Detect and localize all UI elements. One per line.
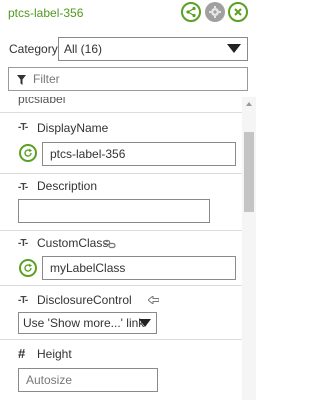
description-label: Description xyxy=(37,179,98,193)
height-label: Height xyxy=(37,347,72,361)
scrollbar-thumb[interactable] xyxy=(244,132,254,212)
dropdown-arrow-icon xyxy=(139,319,151,327)
disclosurecontrol-select[interactable]: Use 'Show more...' link xyxy=(18,312,157,334)
prop-height: # Height Autosize xyxy=(0,340,256,400)
refresh-binding-button[interactable] xyxy=(19,144,37,162)
displayname-label: DisplayName xyxy=(37,121,109,135)
height-placeholder: Autosize xyxy=(26,373,73,387)
dropdown-arrow-icon xyxy=(227,44,241,53)
prop-disclosurecontrol: -T- DisclosureControl Use 'Show more...'… xyxy=(0,286,256,338)
filter-icon xyxy=(17,75,26,85)
displayname-value: ptcs-label-356 xyxy=(50,147,126,161)
filter-placeholder: Filter xyxy=(33,72,60,86)
height-input[interactable]: Autosize xyxy=(18,368,158,392)
close-button[interactable] xyxy=(228,2,248,22)
text-type-icon: -T- xyxy=(18,295,28,306)
text-type-icon: -T- xyxy=(18,238,28,249)
settings-button[interactable] xyxy=(205,2,225,22)
property-label-partial: ptcslabel xyxy=(18,97,66,106)
customclass-label: CustomClass xyxy=(37,236,109,250)
category-label: Category xyxy=(9,42,58,56)
category-select[interactable]: All (16) xyxy=(58,37,248,61)
arrow-left-icon xyxy=(148,296,159,304)
prop-displayname: -T- DisplayName ptcs-label-356 xyxy=(0,113,256,173)
panel-title: ptcs-label-356 xyxy=(8,6,84,20)
refresh-icon xyxy=(24,263,32,272)
text-type-icon: -T- xyxy=(18,122,28,133)
chevron-up-icon xyxy=(246,102,252,106)
close-icon xyxy=(234,8,242,16)
category-select-value: All (16) xyxy=(64,42,103,56)
disclosurecontrol-value: Use 'Show more...' link xyxy=(23,316,145,330)
disclosurecontrol-label: DisclosureControl xyxy=(37,293,132,307)
link-icon xyxy=(103,239,116,249)
customclass-input[interactable]: myLabelClass xyxy=(42,256,236,280)
share-button[interactable] xyxy=(181,2,201,22)
refresh-icon xyxy=(24,148,32,157)
text-type-icon: -T- xyxy=(18,182,28,193)
prop-customclass: -T- CustomClass myLabelClass xyxy=(0,231,256,289)
gear-icon xyxy=(209,6,221,18)
description-input[interactable] xyxy=(18,199,210,223)
share-icon xyxy=(186,6,196,18)
displayname-input[interactable]: ptcs-label-356 xyxy=(42,142,236,166)
property-list[interactable]: ptcslabel -T- DisplayName ptcs-label-356… xyxy=(0,97,256,400)
scrollbar-up-arrow[interactable] xyxy=(242,97,256,111)
refresh-binding-button[interactable] xyxy=(19,259,37,277)
customclass-value: myLabelClass xyxy=(50,261,126,275)
prop-description: -T- Description xyxy=(0,174,256,230)
number-type-icon: # xyxy=(18,346,26,361)
filter-input[interactable]: Filter xyxy=(8,67,248,91)
